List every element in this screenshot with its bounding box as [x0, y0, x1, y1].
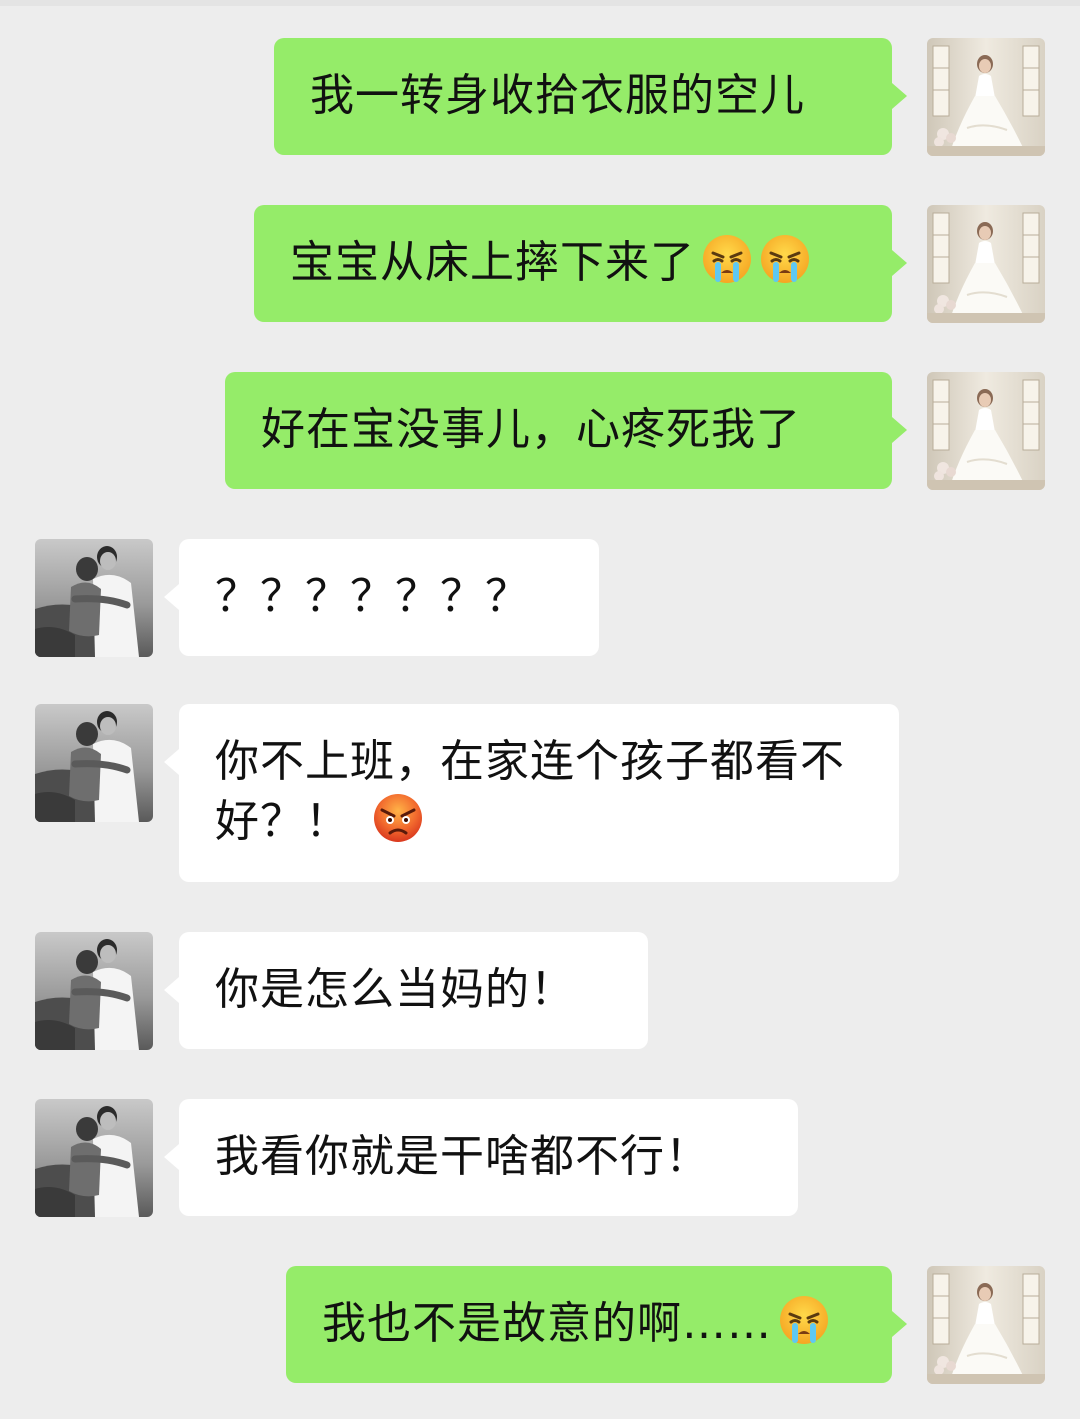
message-text: 你是怎么当妈的！: [215, 964, 575, 1015]
message-text: 我看你就是干啥都不行！: [215, 1131, 710, 1182]
bride-avatar[interactable]: [927, 205, 1045, 323]
message-text: 你不上班，在家连个孩子都看不好？！: [215, 736, 845, 847]
couple-avatar[interactable]: [35, 704, 153, 822]
message-bubble-outgoing[interactable]: 我一转身收拾衣服的空儿: [274, 38, 892, 155]
bubble-tail: [892, 83, 907, 109]
couple-avatar[interactable]: [35, 1099, 153, 1217]
top-divider: [0, 0, 1080, 6]
loudly-crying-face-emoji: [759, 233, 811, 285]
bubble-tail: [892, 1311, 907, 1337]
couple-avatar[interactable]: [35, 932, 153, 1050]
message-bubble-outgoing[interactable]: 我也不是故意的啊……: [286, 1266, 892, 1383]
message-text: 宝宝从床上摔下来了: [290, 237, 695, 288]
loudly-crying-face-emoji: [701, 233, 753, 285]
message-text: 我一转身收拾衣服的空儿: [310, 70, 805, 121]
couple-avatar[interactable]: [35, 539, 153, 657]
message-text: 我也不是故意的啊……: [322, 1298, 772, 1349]
message-bubble-incoming[interactable]: 我看你就是干啥都不行！: [179, 1099, 798, 1216]
bride-avatar[interactable]: [927, 38, 1045, 156]
message-text: ？？？？？？？: [215, 571, 530, 622]
bubble-tail: [164, 584, 179, 610]
bubble-tail: [164, 977, 179, 1003]
bubble-tail: [164, 1144, 179, 1170]
message-bubble-outgoing[interactable]: 宝宝从床上摔下来了: [254, 205, 892, 322]
message-bubble-incoming[interactable]: ？？？？？？？: [179, 539, 599, 656]
message-bubble-incoming[interactable]: 你是怎么当妈的！: [179, 932, 648, 1049]
message-bubble-incoming[interactable]: 你不上班，在家连个孩子都看不好？！: [179, 704, 899, 882]
bride-avatar[interactable]: [927, 1266, 1045, 1384]
bubble-tail: [892, 417, 907, 443]
angry-face-emoji: [372, 792, 424, 844]
bubble-tail: [164, 749, 179, 775]
message-text: 好在宝没事儿，心疼死我了: [261, 404, 801, 455]
bride-avatar[interactable]: [927, 372, 1045, 490]
loudly-crying-face-emoji: [778, 1294, 830, 1346]
bubble-tail: [892, 250, 907, 276]
message-bubble-outgoing[interactable]: 好在宝没事儿，心疼死我了: [225, 372, 892, 489]
